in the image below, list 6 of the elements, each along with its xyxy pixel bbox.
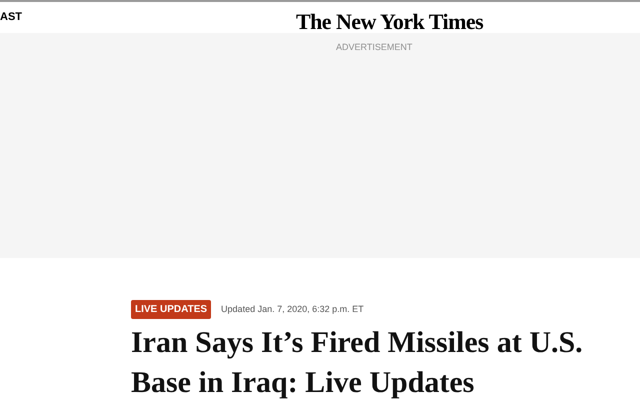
logo[interactable]: The New York Times <box>296 4 484 38</box>
headline: Iran Says It’s Fired Missiles at U.S. Base in Iraq: Live Updates <box>131 325 584 401</box>
timestamp: Updated Jan. 7, 2020, 6:32 p.m. ET <box>221 302 364 316</box>
advertisement-label: ADVERTISEMENT <box>336 41 412 54</box>
section-label[interactable]: AST <box>0 9 22 26</box>
live-badge[interactable]: LIVE UPDATES <box>131 300 212 319</box>
